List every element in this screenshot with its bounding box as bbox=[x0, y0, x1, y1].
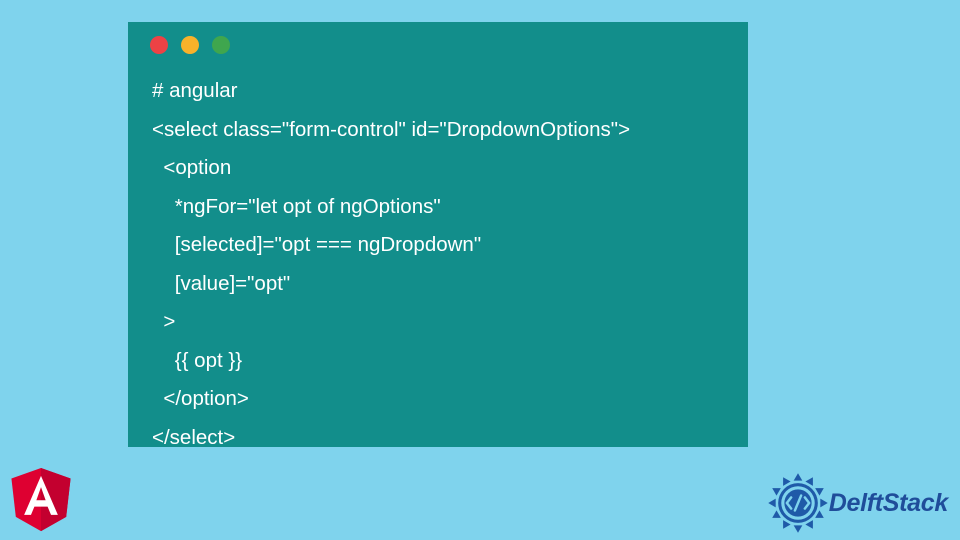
delftstack-text: DelftStack bbox=[829, 489, 948, 518]
code-line: [value]="opt" bbox=[152, 272, 290, 295]
window-minimize-dot bbox=[181, 36, 199, 54]
code-line: <select class="form-control" id="Dropdow… bbox=[152, 118, 630, 141]
code-window: # angular <select class="form-control" i… bbox=[128, 22, 748, 447]
delftstack-badge-icon bbox=[767, 472, 829, 534]
code-line: </option> bbox=[152, 387, 249, 410]
delftstack-branding: DelftStack bbox=[767, 472, 948, 534]
window-titlebar bbox=[128, 36, 748, 62]
code-line: <option bbox=[152, 156, 231, 179]
code-line: *ngFor="let opt of ngOptions" bbox=[152, 195, 441, 218]
code-line: </select> bbox=[152, 426, 235, 449]
code-line: # angular bbox=[152, 79, 237, 102]
window-close-dot bbox=[150, 36, 168, 54]
window-maximize-dot bbox=[212, 36, 230, 54]
code-line: {{ opt }} bbox=[152, 349, 242, 372]
code-block: # angular <select class="form-control" i… bbox=[128, 62, 748, 457]
angular-logo-icon bbox=[10, 468, 72, 534]
code-line: > bbox=[152, 310, 175, 333]
code-line: [selected]="opt === ngDropdown" bbox=[152, 233, 481, 256]
